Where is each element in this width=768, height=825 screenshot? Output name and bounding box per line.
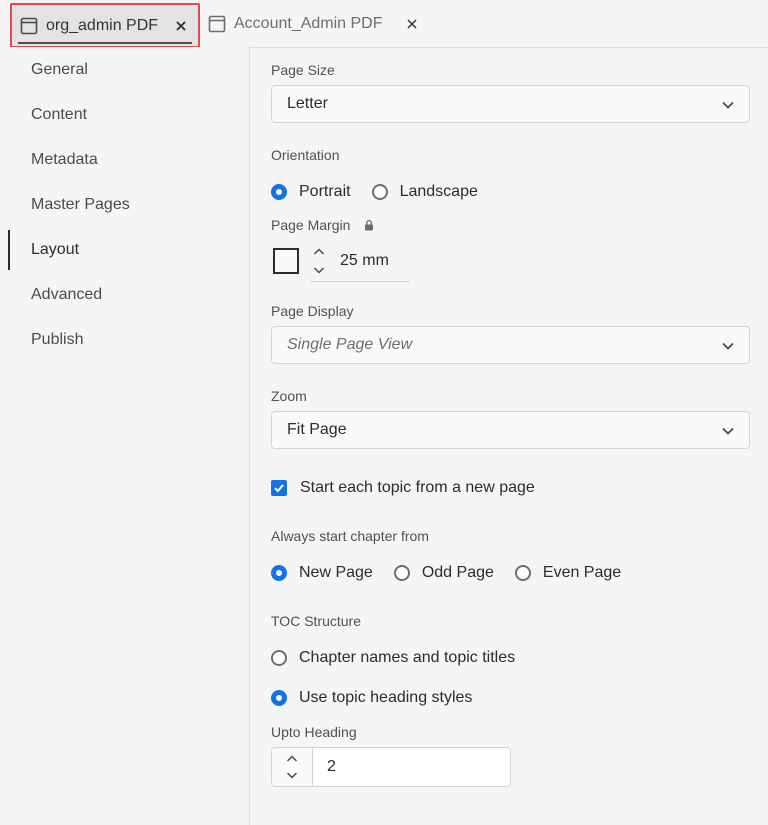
stepper-arrows-icon[interactable]: [272, 748, 312, 786]
close-icon[interactable]: [405, 17, 419, 31]
tab-account-admin-pdf[interactable]: Account_Admin PDF: [208, 0, 429, 47]
radio-label: New Page: [299, 564, 373, 581]
tab-label: Account_Admin PDF: [234, 14, 383, 32]
orientation-portrait-option[interactable]: Portrait: [271, 183, 351, 201]
radio-heading-styles[interactable]: [271, 690, 287, 706]
radio-label: Chapter names and topic titles: [299, 649, 516, 666]
radio-label: Landscape: [399, 183, 478, 200]
chevron-down-icon: [722, 427, 734, 435]
page-display-label: Page Display: [271, 303, 354, 319]
page-margin-stepper[interactable]: 25 mm: [310, 241, 410, 282]
sidebar-item-publish[interactable]: Publish: [8, 320, 248, 360]
upto-heading-value[interactable]: 2: [327, 758, 336, 776]
chapter-start-even-page-option[interactable]: Even Page: [514, 564, 622, 582]
orientation-label: Orientation: [271, 147, 340, 163]
radio-label: Even Page: [542, 564, 622, 581]
page-size-label: Page Size: [271, 62, 335, 78]
upto-heading-label: Upto Heading: [271, 724, 357, 740]
zoom-value: Fit Page: [287, 421, 347, 438]
radio-odd-page[interactable]: [393, 565, 410, 581]
chevron-down-icon: [722, 342, 734, 350]
orientation-radio-group: Portrait Landscape: [271, 183, 499, 201]
start-topic-new-page-checkbox[interactable]: [271, 480, 287, 496]
toc-heading-styles-option[interactable]: Use topic heading styles: [271, 689, 472, 707]
radio-label: Odd Page: [421, 564, 494, 581]
upto-heading-stepper[interactable]: 2: [271, 747, 511, 787]
sidebar-item-master-pages[interactable]: Master Pages: [8, 185, 248, 225]
sidebar-item-general[interactable]: General: [8, 50, 248, 90]
lock-icon: [365, 219, 374, 231]
page-margin-label: Page Margin: [271, 217, 351, 233]
settings-sidebar: General Content Metadata Master Pages La…: [0, 47, 250, 825]
orientation-landscape-option[interactable]: Landscape: [371, 183, 478, 201]
radio-portrait[interactable]: [271, 184, 287, 200]
page-display-value: Single Page View: [287, 336, 413, 353]
radio-new-page[interactable]: [271, 565, 287, 581]
toc-chapter-names-option[interactable]: Chapter names and topic titles: [271, 649, 515, 667]
layout-settings-panel: Page Size Letter Orientation Portrait La…: [250, 47, 768, 825]
stepper-arrows-icon[interactable]: [312, 243, 326, 279]
radio-even-page[interactable]: [514, 565, 531, 581]
tab-label: org_admin PDF: [46, 16, 159, 34]
radio-landscape[interactable]: [371, 184, 388, 200]
window-icon: [208, 15, 226, 32]
sidebar-item-layout[interactable]: Layout: [8, 230, 248, 270]
page-margin-label-row: Page Margin: [271, 217, 375, 233]
radio-chapter-names[interactable]: [271, 650, 287, 666]
toc-structure-label: TOC Structure: [271, 613, 361, 629]
radio-label: Use topic heading styles: [299, 689, 473, 706]
chevron-down-icon: [722, 101, 734, 109]
zoom-select[interactable]: Fit Page: [271, 411, 750, 449]
sidebar-item-content[interactable]: Content: [8, 95, 248, 135]
page-margin-value[interactable]: 25 mm: [340, 252, 389, 270]
checkbox-label: Start each topic from a new page: [300, 479, 535, 496]
close-icon[interactable]: [174, 19, 188, 33]
chapter-start-label: Always start chapter from: [271, 528, 429, 544]
stepper-buttons[interactable]: [272, 748, 313, 786]
chapter-start-odd-page-option[interactable]: Odd Page: [393, 564, 494, 582]
margin-link-toggle[interactable]: [273, 248, 299, 274]
page-size-value: Letter: [287, 95, 328, 112]
chapter-start-radio-group: New Page Odd Page Even Page: [271, 564, 642, 582]
start-topic-new-page-option[interactable]: Start each topic from a new page: [271, 479, 535, 497]
radio-label: Portrait: [299, 183, 351, 200]
tab-bar: org_admin PDF Account_Admin PDF: [0, 0, 768, 48]
sidebar-item-advanced[interactable]: Advanced: [8, 275, 248, 315]
page-size-select[interactable]: Letter: [271, 85, 750, 123]
page-display-select[interactable]: Single Page View: [271, 326, 750, 364]
sidebar-item-metadata[interactable]: Metadata: [8, 140, 248, 180]
checkmark-icon: [274, 484, 284, 493]
zoom-label: Zoom: [271, 388, 307, 404]
tab-org-admin-pdf[interactable]: org_admin PDF: [10, 3, 200, 48]
chapter-start-new-page-option[interactable]: New Page: [271, 564, 373, 582]
window-icon: [20, 17, 38, 34]
